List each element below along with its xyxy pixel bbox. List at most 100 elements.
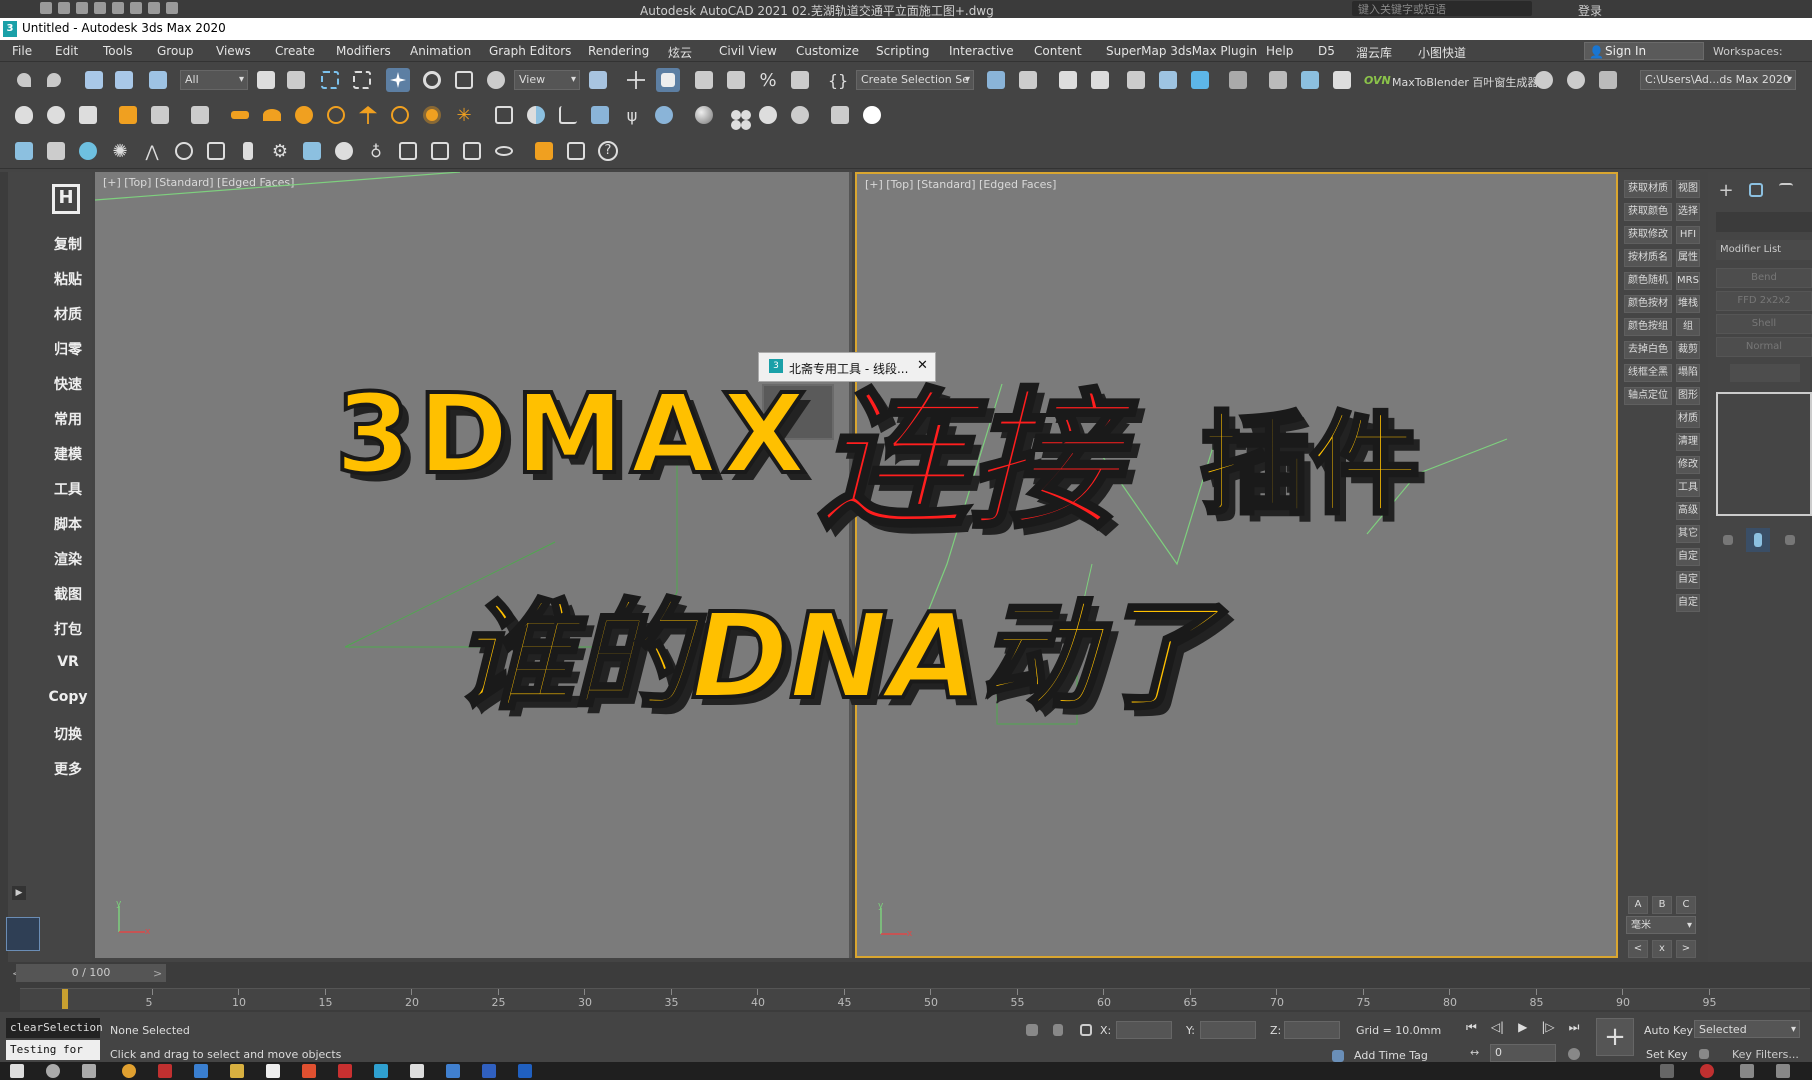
box-icon[interactable] (76, 103, 100, 127)
menu-civil-view[interactable]: Civil View (719, 44, 777, 58)
angle-snap-icon[interactable] (724, 68, 748, 92)
selection-filter-dropdown[interactable]: All (180, 70, 248, 90)
layer-explorer-icon[interactable] (1088, 68, 1112, 92)
menu-customize[interactable]: Customize (796, 44, 859, 58)
rotate-icon[interactable] (420, 68, 444, 92)
mirror-icon[interactable] (984, 68, 1008, 92)
redo-icon[interactable] (42, 68, 66, 92)
window-crossing-icon[interactable] (350, 68, 374, 92)
hierarchy-tab-icon[interactable] (1774, 178, 1798, 202)
rbtn-b[interactable]: B (1652, 896, 1672, 914)
place-icon[interactable] (484, 68, 508, 92)
plugin-teapot-icon-1[interactable] (1532, 68, 1556, 92)
modify-tab-icon[interactable] (1744, 178, 1768, 202)
left-btn-screenshot[interactable]: 截图 (38, 584, 98, 604)
ovn-label[interactable]: OVN (1364, 74, 1391, 87)
render-setup-icon[interactable] (1266, 68, 1290, 92)
plugin-teapot-icon-2[interactable] (1564, 68, 1588, 92)
material-swap-icon[interactable] (788, 103, 812, 127)
isolate-icon[interactable] (1020, 1018, 1044, 1042)
left-btn-paste[interactable]: 粘贴 (38, 269, 98, 289)
menu-interactive[interactable]: Interactive (949, 44, 1014, 58)
schematic-view-icon[interactable] (1188, 68, 1212, 92)
time-cursor[interactable] (62, 989, 68, 1009)
grass-icon[interactable]: ψ (620, 103, 644, 127)
left-btn-render[interactable]: 渲染 (38, 549, 98, 569)
unit-dropdown[interactable]: 毫米 (1626, 916, 1696, 934)
tool-dialog[interactable]: 3 北斋专用工具 - 线段... ✕ (758, 352, 936, 382)
left-btn-script[interactable]: 脚本 (38, 514, 98, 534)
rbtn-get-material[interactable]: 获取材质 (1624, 180, 1672, 198)
left-btn-vr[interactable]: VR (38, 654, 98, 670)
sparkle-icon[interactable]: ✳ (452, 103, 476, 127)
taskbar-search-icon[interactable] (46, 1064, 60, 1078)
v-plugin-icon[interactable] (860, 103, 884, 127)
menu-views[interactable]: Views (216, 44, 251, 58)
set-keys-icon[interactable]: + (1596, 1018, 1634, 1056)
absolute-mode-icon[interactable] (1074, 1018, 1098, 1042)
menu-xuanyun[interactable]: 炫云 (668, 44, 692, 61)
taskbar-app-orange-icon[interactable] (302, 1064, 316, 1078)
rbtn-by-material-name[interactable]: 按材质名 (1624, 249, 1672, 267)
axis-icon[interactable] (556, 103, 580, 127)
material-editor-icon[interactable] (1226, 68, 1250, 92)
menu-content[interactable]: Content (1034, 44, 1082, 58)
autocad-search-input[interactable]: 键入关键字或短语 (1352, 1, 1532, 16)
snaps-toggle-icon[interactable] (692, 68, 716, 92)
help-icon[interactable]: ? (596, 139, 620, 163)
tray-icons[interactable] (1660, 1064, 1674, 1078)
teapot-icon[interactable] (12, 103, 36, 127)
sign-in-button[interactable]: 👤 Sign In (1584, 42, 1704, 60)
select-object-icon[interactable] (254, 68, 278, 92)
pin-stack-icon[interactable] (1716, 528, 1740, 552)
key-mode-icon[interactable]: ↔ (1470, 1046, 1479, 1059)
auto-key-button[interactable]: Auto Key (1644, 1024, 1693, 1037)
vray-fur-icon[interactable]: ⋀ (140, 139, 164, 163)
show-end-result-icon[interactable] (1746, 528, 1770, 552)
rect-selection-icon[interactable] (318, 68, 342, 92)
vray-ring-icon[interactable] (492, 139, 516, 163)
taskbar-app-grey-icon[interactable] (410, 1064, 424, 1078)
vray-plane-icon[interactable] (396, 139, 420, 163)
forest-icon[interactable] (652, 103, 676, 127)
rbtn-property[interactable]: 属性 (1676, 249, 1700, 267)
vray-material-icon[interactable] (332, 139, 356, 163)
taskbar-app-word-icon[interactable] (446, 1064, 460, 1078)
rbtn-get-modify[interactable]: 获取修改 (1624, 226, 1672, 244)
vray-list-icon[interactable] (564, 139, 588, 163)
left-btn-more[interactable]: 更多 (38, 759, 98, 779)
viewport-top-left[interactable]: [+] [Top] [Standard] [Edged Faces] y x (95, 172, 852, 958)
modifier-stack[interactable] (1716, 392, 1812, 516)
object-name-field[interactable] (1716, 212, 1812, 232)
ribbon-toggle-icon[interactable] (1124, 68, 1148, 92)
current-frame-field[interactable]: 0 (1490, 1044, 1556, 1062)
autocad-icon[interactable] (338, 1064, 352, 1078)
left-btn-quick[interactable]: 快速 (38, 374, 98, 394)
vray-screen-icon[interactable] (428, 139, 452, 163)
pivot-center-icon[interactable] (586, 68, 610, 92)
rbtn-modify[interactable]: 修改 (1676, 456, 1700, 474)
rbtn-shape[interactable]: 图形 (1676, 387, 1700, 405)
rbtn-material[interactable]: 材质 (1676, 410, 1700, 428)
rbtn-other[interactable]: 其它 (1676, 525, 1700, 543)
file-explorer-icon[interactable] (230, 1064, 244, 1078)
set-key-button[interactable]: Set Key (1646, 1048, 1688, 1061)
time-slider-next-icon[interactable]: > (153, 967, 162, 980)
rbtn-custom-2[interactable]: 自定 (1676, 571, 1700, 589)
configure-sets-icon[interactable] (1778, 528, 1802, 552)
dome-icon[interactable] (260, 103, 284, 127)
align-icon[interactable] (1016, 68, 1040, 92)
modifier-extra-button[interactable] (1730, 364, 1800, 382)
rbtn-close[interactable]: x (1652, 940, 1672, 958)
viewport-top-right-active[interactable]: [+] [Top] [Standard] [Edged Faces] y x (855, 172, 1618, 958)
left-btn-material[interactable]: 材质 (38, 304, 98, 324)
rendered-frame-icon[interactable] (1298, 68, 1322, 92)
project-path-dropdown[interactable]: C:\Users\Ad...ds Max 2020 (1640, 70, 1796, 90)
rbtn-mrs[interactable]: MRS (1676, 272, 1700, 290)
percent-snap-icon[interactable]: % (756, 68, 780, 92)
scale-icon[interactable] (452, 68, 476, 92)
go-to-end-icon[interactable]: ⏭ (1569, 1020, 1580, 1035)
cube-wire-icon[interactable] (492, 103, 516, 127)
bind-spacewarp-icon[interactable] (146, 68, 170, 92)
rbtn-collapse[interactable]: 塌陷 (1676, 364, 1700, 382)
